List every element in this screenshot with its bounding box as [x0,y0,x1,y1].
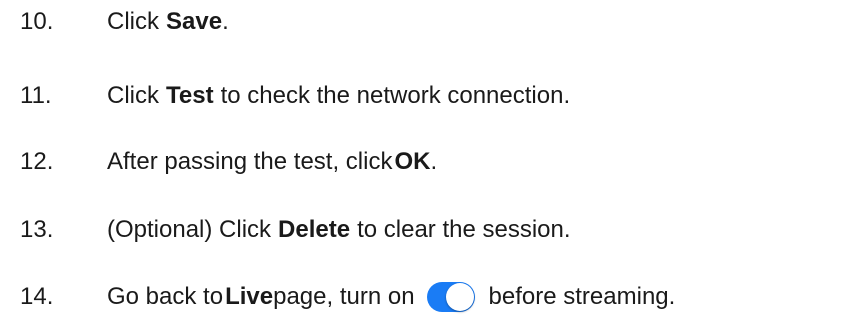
step-text-pre: (Optional) Click [107,216,272,243]
step-text: Click Save. [107,8,229,36]
step-number: 12. [20,148,54,175]
step-text: After passing the test, click OK. [107,148,437,176]
step-number: 14. [20,283,54,310]
step-text: (Optional) Click Delete to clear the ses… [107,216,571,244]
instruction-steps: 10. Click Save. 11. Click Test to check … [0,0,866,329]
step-text-post: . [430,148,438,175]
step-number: 10. [20,8,54,35]
step-number: 11. [20,82,52,109]
step-text-pre: Click [107,82,159,109]
step-text-pre: Go back to [107,283,224,310]
test-label: Test [166,82,214,109]
delete-label: Delete [278,216,351,243]
save-label: Save [166,8,223,35]
step-text-pre: Click [107,8,159,35]
ok-label: OK [394,148,431,175]
step-text: Go back to Live page, turn on before strea… [107,282,675,312]
step-text-post: to check the network connection. [220,82,571,109]
step-text-post: . [222,8,229,35]
step-number: 13. [20,216,54,243]
live-label: Live [225,283,274,310]
toggle-knob [445,283,474,311]
step-text-pre: After passing the test, click [107,148,393,175]
step-text-mid: page, turn on [273,283,415,310]
step-text-post: before streaming. [488,283,676,310]
toggle-switch-on-icon [426,282,475,312]
step-text: Click Test to check the network connecti… [107,82,570,110]
step-text-post: to clear the session. [357,216,571,243]
